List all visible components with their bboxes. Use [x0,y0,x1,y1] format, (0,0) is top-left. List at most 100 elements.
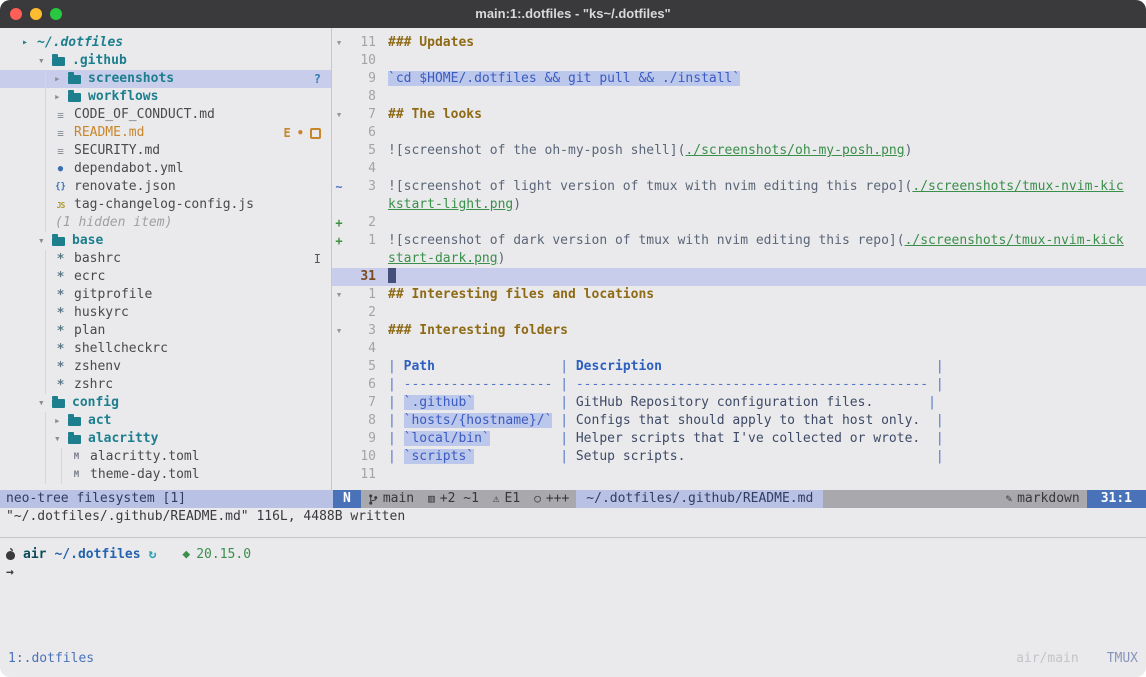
tree-item-label: CODE_OF_CONDUCT.md [73,106,215,124]
editor-line[interactable]: 5| Path | Description | [332,358,1146,376]
editor-line[interactable]: ▾7## The looks [332,106,1146,124]
editor-line[interactable]: 9`cd $HOME/.dotfiles && git pull && ./in… [332,70,1146,88]
chevron-right-icon[interactable]: ▸ [54,70,68,88]
line-text: ![screenshot of dark version of tmux wit… [388,232,1146,250]
editor-line[interactable]: 9| `local/bin` | Helper scripts that I'v… [332,430,1146,448]
tree-item-1-hidden-item[interactable]: (1 hidden item) [0,214,331,232]
editor-line[interactable]: 31 [332,268,1146,286]
chevron-right-icon[interactable]: ▸ [54,412,68,430]
editor-line[interactable]: kstart-light.png) [332,196,1146,214]
fold-column [332,52,346,70]
editor-line[interactable]: ▾1## Interesting files and locations [332,286,1146,304]
tree-item-ecrc[interactable]: *ecrc [0,268,331,286]
chevron-down-icon[interactable]: ▸ [22,34,36,52]
editor-line[interactable]: ~3![screenshot of light version of tmux … [332,178,1146,196]
fold-column [332,124,346,142]
editor-line[interactable]: 8 [332,88,1146,106]
editor-line[interactable]: 5![screenshot of the oh-my-posh shell](.… [332,142,1146,160]
editor-line[interactable]: 6 [332,124,1146,142]
editor-line[interactable]: 7| `.github` | GitHub Repository configu… [332,394,1146,412]
fold-column [332,430,346,448]
tree-item-plan[interactable]: *plan [0,322,331,340]
tree-item-dependabot-yml[interactable]: ●dependabot.yml [0,160,331,178]
tree-item-label: SECURITY.md [73,142,160,160]
editor-line[interactable]: 10| `scripts` | Setup scripts. | [332,448,1146,466]
editor-line[interactable]: ▾11### Updates [332,34,1146,52]
tree-item-shellcheckrc[interactable]: *shellcheckrc [0,340,331,358]
tree-item-dotfiles[interactable]: ▸~/.dotfiles [0,34,331,52]
tree-item-act[interactable]: ▸act [0,412,331,430]
tree-item-workflows[interactable]: ▸workflows [0,88,331,106]
fold-column [332,340,346,358]
tree-item-huskyrc[interactable]: *huskyrc [0,304,331,322]
close-button[interactable] [10,8,22,20]
indent-guide [38,142,54,160]
tree-item-alacritty[interactable]: ▾ alacritty [0,430,331,448]
tree-item-base[interactable]: ▾base [0,232,331,250]
tree-item-alacritty-toml[interactable]: Malacritty.toml [0,448,331,466]
zoom-button[interactable] [50,8,62,20]
fold-column [332,160,346,178]
chevron-right-icon[interactable]: ▸ [54,88,68,106]
tree-item-security-md[interactable]: ≡SECURITY.md [0,142,331,160]
fold-column [332,448,346,466]
fold-column [332,466,346,484]
editor-line[interactable]: 8| `hosts/{hostname}/` | Configs that sh… [332,412,1146,430]
editor-line[interactable]: 4 [332,340,1146,358]
line-text [388,124,1146,142]
line-number: 2 [346,304,376,322]
shell-pane[interactable]: air ~/.dotfiles ↻ ◆ 20.15.0 → [0,538,1146,649]
prompt-arrow: → [6,564,14,582]
tree-item-renovate-json[interactable]: {}renovate.json [0,178,331,196]
editor-line[interactable]: 11 [332,466,1146,484]
minimize-button[interactable] [30,8,42,20]
tmux-window-item[interactable]: 1:.dotfiles [8,650,94,668]
line-number: 3 [346,178,376,196]
tree-item-tag-changelog-config-js[interactable]: JStag-changelog-config.js [0,196,331,214]
tree-item-zshrc[interactable]: *zshrc [0,376,331,394]
tree-item-code-of-conduct-md[interactable]: ≡CODE_OF_CONDUCT.md [0,106,331,124]
line-text: ## The looks [388,106,1146,124]
editor-line[interactable]: 4 [332,160,1146,178]
fold-open-icon[interactable]: ▾ [332,106,346,124]
editor-line[interactable]: +1![screenshot of dark version of tmux w… [332,232,1146,250]
command-line: "~/.dotfiles/.github/README.md" 116L, 44… [0,508,1146,526]
tree-item-screenshots[interactable]: ▸screenshots? [0,70,331,88]
prompt-path: ~/.dotfiles [54,546,140,564]
editor-line[interactable]: 6| ------------------- | ---------------… [332,376,1146,394]
terminal-window: main:1:.dotfiles - "ks~/.dotfiles" ▸~/.d… [0,0,1146,677]
tree-item-gitprofile[interactable]: *gitprofile [0,286,331,304]
chevron-down-icon[interactable]: ▾ [54,430,68,448]
chevron-down-icon[interactable]: ▾ [38,232,52,250]
line-text: kstart-light.png) [388,196,1146,214]
tree-item-bashrc[interactable]: *bashrcI [0,250,331,268]
fold-open-icon[interactable]: ▾ [332,286,346,304]
chevron-down-icon[interactable]: ▾ [38,394,52,412]
text-segment: `.github` [404,395,474,410]
tree-item-config[interactable]: ▾config [0,394,331,412]
line-number [346,250,376,268]
editor-line[interactable]: 10 [332,52,1146,70]
line-text [388,88,1146,106]
tree-item-label: alacritty.toml [89,448,200,466]
editor-line[interactable]: ▾3### Interesting folders [332,322,1146,340]
tree-item-readme-md[interactable]: ≡README.mdE• [0,124,331,142]
tree-item-zshenv[interactable]: *zshenv [0,358,331,376]
line-number: 10 [346,448,376,466]
fold-open-icon[interactable]: ▾ [332,322,346,340]
tree-item-github[interactable]: ▾.github [0,52,331,70]
text-segment: ------------------- [404,377,553,392]
tree-item-label: alacritty [87,430,158,448]
tree-item-badges: E• [284,127,321,139]
line-text: ### Updates [388,34,1146,52]
editor[interactable]: ▾11### Updates109`cd $HOME/.dotfiles && … [332,28,1146,490]
editor-line[interactable]: 2 [332,304,1146,322]
indent-guide [22,376,38,394]
fold-open-icon[interactable]: ▾ [332,34,346,52]
editor-line[interactable]: start-dark.png) [332,250,1146,268]
sh-file-icon: * [54,254,67,265]
editor-line[interactable]: +2 [332,214,1146,232]
tree-item-theme-day-toml[interactable]: Mtheme-day.toml [0,466,331,484]
shell-input-line[interactable]: → [0,564,1146,582]
chevron-down-icon[interactable]: ▾ [38,52,52,70]
